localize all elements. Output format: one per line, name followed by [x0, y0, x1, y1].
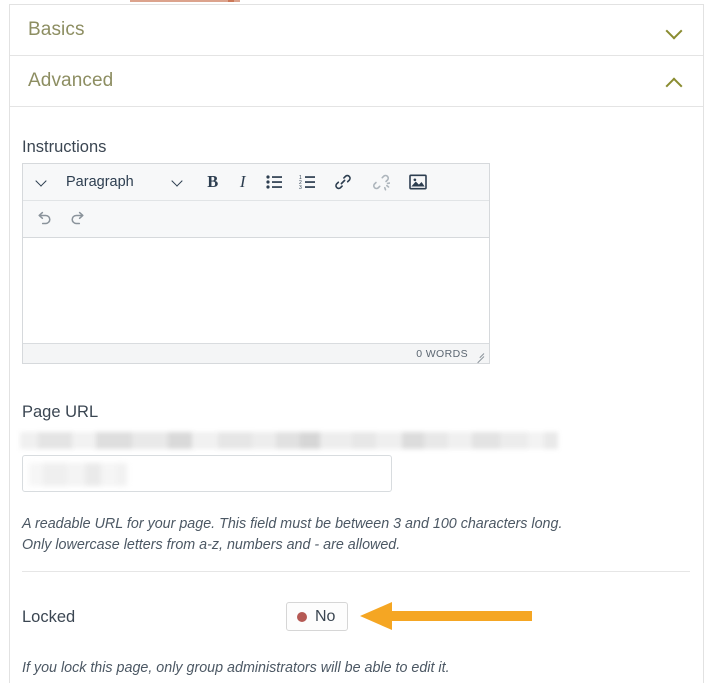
editor-status-bar: 0 WORDS: [23, 344, 489, 363]
page-url-help-text: A readable URL for your page. This field…: [22, 514, 582, 556]
locked-toggle-button[interactable]: No: [286, 602, 348, 631]
clipped-bar-secondary: [228, 0, 234, 2]
undo-icon: [35, 211, 53, 227]
section-divider: [22, 571, 690, 572]
undo-button[interactable]: [27, 204, 61, 234]
remove-link-button: [362, 167, 400, 197]
unlink-icon: [372, 173, 390, 191]
locked-help-text: If you lock this page, only group admini…: [22, 658, 582, 679]
instructions-label: Instructions: [22, 138, 106, 157]
word-count: 0 WORDS: [416, 348, 468, 360]
page-url-input[interactable]: [22, 455, 392, 492]
insert-link-button[interactable]: [324, 167, 362, 197]
bullet-list-button[interactable]: [258, 167, 291, 197]
link-icon: [334, 173, 352, 191]
resize-grip-icon[interactable]: [472, 347, 485, 360]
page-root: Basics Advanced Instructions Paragraph B…: [0, 0, 712, 683]
chevron-up-icon[interactable]: [667, 76, 683, 86]
editor-toolbar-row-2: [23, 201, 489, 238]
chevron-down-icon[interactable]: [667, 25, 683, 35]
locked-toggle-value: No: [315, 608, 335, 626]
insert-image-button[interactable]: [400, 167, 436, 197]
image-icon: [409, 174, 427, 190]
status-dot-icon: [297, 612, 307, 622]
accordion-title-advanced: Advanced: [28, 70, 113, 92]
italic-button[interactable]: I: [228, 167, 258, 197]
redo-button[interactable]: [61, 204, 95, 234]
clipped-bar: [130, 0, 240, 2]
block-format-caret-icon[interactable]: [27, 167, 57, 197]
accordion-header-basics[interactable]: Basics: [10, 5, 703, 56]
bold-button[interactable]: B: [198, 167, 228, 197]
block-format-chevron-down-icon[interactable]: [143, 167, 198, 197]
page-url-value-redacted: [29, 463, 127, 486]
block-format-select[interactable]: Paragraph: [57, 167, 143, 197]
numbered-list-icon: 1 2 3: [299, 175, 316, 189]
instructions-editor-content[interactable]: [23, 238, 489, 344]
page-url-prefix-redacted: [20, 432, 558, 449]
numbered-list-button[interactable]: 1 2 3: [291, 167, 324, 197]
instructions-rich-text-editor: Paragraph B I 1 2 3: [22, 163, 490, 364]
svg-text:3: 3: [299, 185, 302, 189]
accordion-header-advanced[interactable]: Advanced: [10, 56, 703, 107]
bullet-list-icon: [266, 175, 283, 189]
accordion-title-basics: Basics: [28, 19, 85, 41]
page-url-label: Page URL: [22, 403, 98, 422]
locked-label: Locked: [22, 608, 75, 627]
redo-icon: [69, 211, 87, 227]
editor-toolbar-row-1: Paragraph B I 1 2 3: [23, 164, 489, 201]
